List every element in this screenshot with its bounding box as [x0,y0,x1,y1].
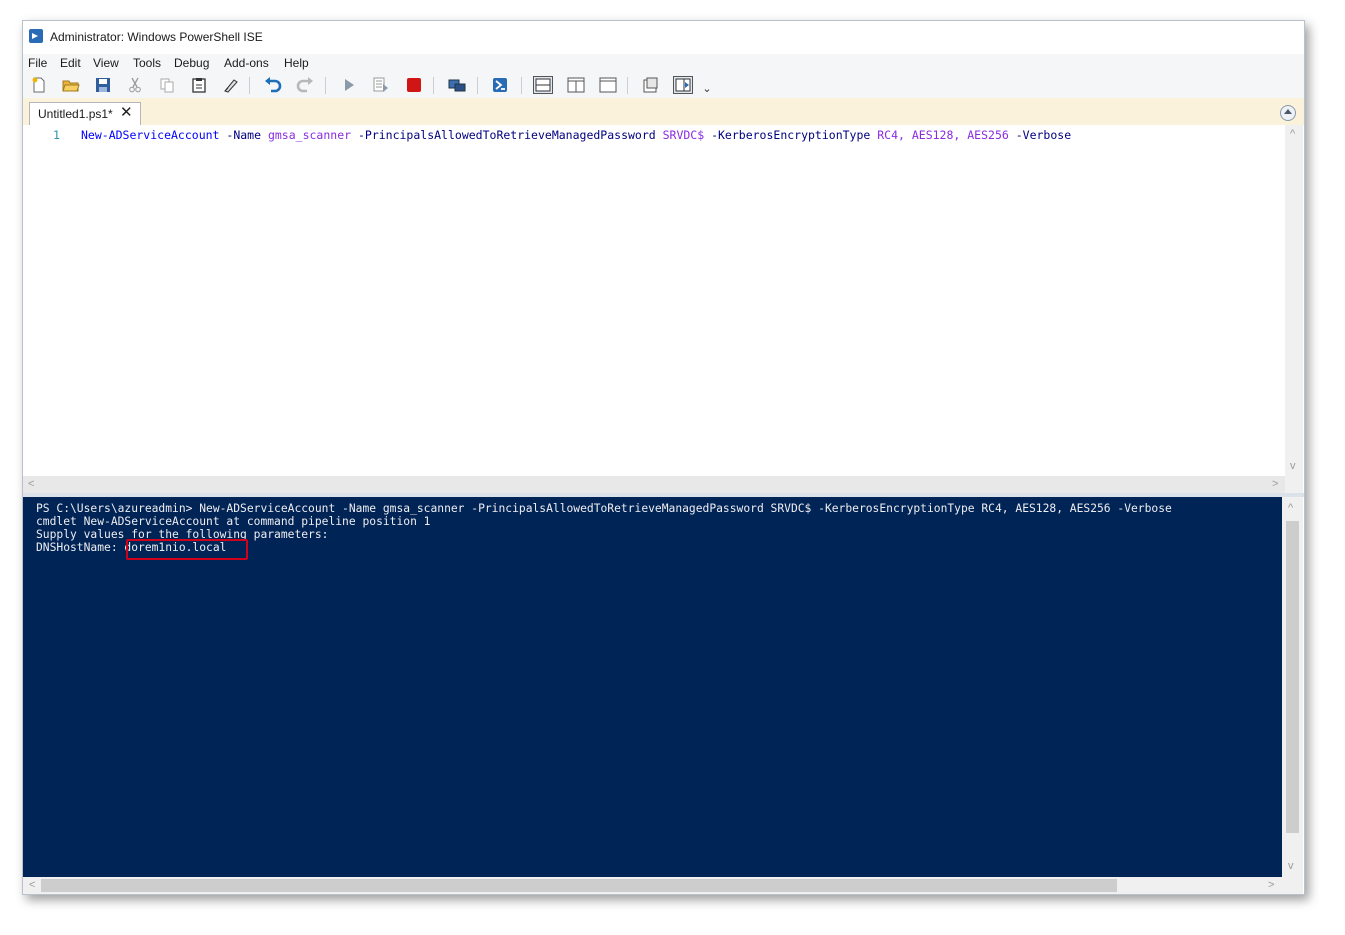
open-icon[interactable] [61,75,81,95]
scroll-right-icon[interactable]: > [1268,880,1274,891]
script-editor[interactable]: 1 New-ADServiceAccount -Name gmsa_scanne… [23,125,1285,476]
layout-right-icon[interactable] [566,75,586,95]
console-pane[interactable]: PS C:\Users\azureadmin> New-ADServiceAcc… [23,497,1282,877]
layout-max-icon[interactable] [598,75,618,95]
window-title: Administrator: Windows PowerShell ISE [50,30,263,44]
layout-top-icon[interactable] [533,75,553,95]
scrollbar-corner [1282,877,1303,894]
paste-icon[interactable] [189,75,209,95]
toolbar-separator [433,77,434,94]
menu-tools[interactable]: Tools [133,56,161,70]
code-token: -Name [219,128,268,142]
console-horizontal-scrollbar[interactable]: < > [23,877,1282,894]
toolbar-separator [477,77,478,94]
toolbar-separator [521,77,522,94]
scrollbar-thumb[interactable] [1286,521,1299,833]
run-icon[interactable] [339,75,359,95]
code-token: gmsa_scanner [267,128,352,142]
dnshostname-highlight-box [126,539,248,560]
console-line: cmdlet New-ADServiceAccount at command p… [36,515,431,528]
toolbar-overflow-icon[interactable]: ⌄ [697,78,717,98]
undo-icon[interactable] [263,75,283,95]
scroll-down-icon[interactable]: v [1288,861,1294,872]
menu-view[interactable]: View [93,56,119,70]
code-token: RC4, AES128, AES256 [877,128,1009,142]
clear-icon[interactable] [221,75,241,95]
powershell-ise-window: Administrator: Windows PowerShell ISE Fi… [22,20,1305,895]
menu-help[interactable]: Help [284,56,309,70]
code-token: SRVDC$ [662,128,705,142]
tab-untitled1[interactable]: Untitled1.ps1* ✕ [29,102,141,125]
scroll-up-icon[interactable]: ^ [1288,503,1293,514]
scrollbar-corner [1285,476,1303,493]
save-icon[interactable] [93,75,113,95]
toolbar-separator [627,77,628,94]
command-addon-icon[interactable] [641,75,661,95]
code-token: -PrincipalsAllowedToRetrieveManagedPassw… [351,128,663,142]
scroll-right-icon[interactable]: > [1272,479,1278,490]
line-number: 1 [53,128,60,142]
remote-icon[interactable] [447,75,467,95]
console-vertical-scrollbar[interactable]: ^ v [1282,497,1303,877]
redo-icon[interactable] [295,75,315,95]
close-icon[interactable]: ✕ [120,104,133,122]
console-line: PS C:\Users\azureadmin> New-ADServiceAcc… [36,502,1172,515]
menu-file[interactable]: File [28,56,47,70]
toolbar-separator [325,77,326,94]
new-script-icon[interactable] [29,75,49,95]
menu-debug[interactable]: Debug [174,56,209,70]
script-code-line: New-ADServiceAccount -Name gmsa_scanner … [81,128,1071,142]
title-bar: Administrator: Windows PowerShell ISE [23,21,1304,53]
scroll-up-icon[interactable]: ^ [1290,129,1295,140]
toolbar-separator [249,77,250,94]
editor-horizontal-scrollbar[interactable]: < > [23,476,1285,493]
scrollbar-thumb[interactable] [41,879,1117,892]
menu-add-ons[interactable]: Add-ons [224,56,269,70]
stop-icon[interactable] [404,75,424,95]
cut-icon[interactable] [125,75,145,95]
show-script-pane-icon[interactable] [673,75,693,95]
scroll-down-icon[interactable]: v [1290,461,1296,472]
code-token: -KerberosEncryptionType [704,128,878,142]
tab-label: Untitled1.ps1* [38,107,113,121]
collapse-script-pane-icon[interactable] [1280,105,1296,121]
powershell-icon[interactable] [490,75,510,95]
script-tab-strip: Untitled1.ps1* ✕ [23,98,1304,125]
editor-vertical-scrollbar[interactable]: ^ v [1285,125,1303,476]
toolbar: ⌄ [23,72,1304,98]
powershell-ise-icon [29,29,43,43]
code-token: New-ADServiceAccount [81,128,220,142]
run-selection-icon[interactable] [371,75,391,95]
scroll-left-icon[interactable]: < [28,479,34,490]
scroll-left-icon[interactable]: < [29,880,35,891]
menu-edit[interactable]: Edit [60,56,81,70]
menu-bar: File Edit View Tools Debug Add-ons Help [23,54,1304,72]
code-token: -Verbose [1008,128,1072,142]
copy-icon[interactable] [157,75,177,95]
